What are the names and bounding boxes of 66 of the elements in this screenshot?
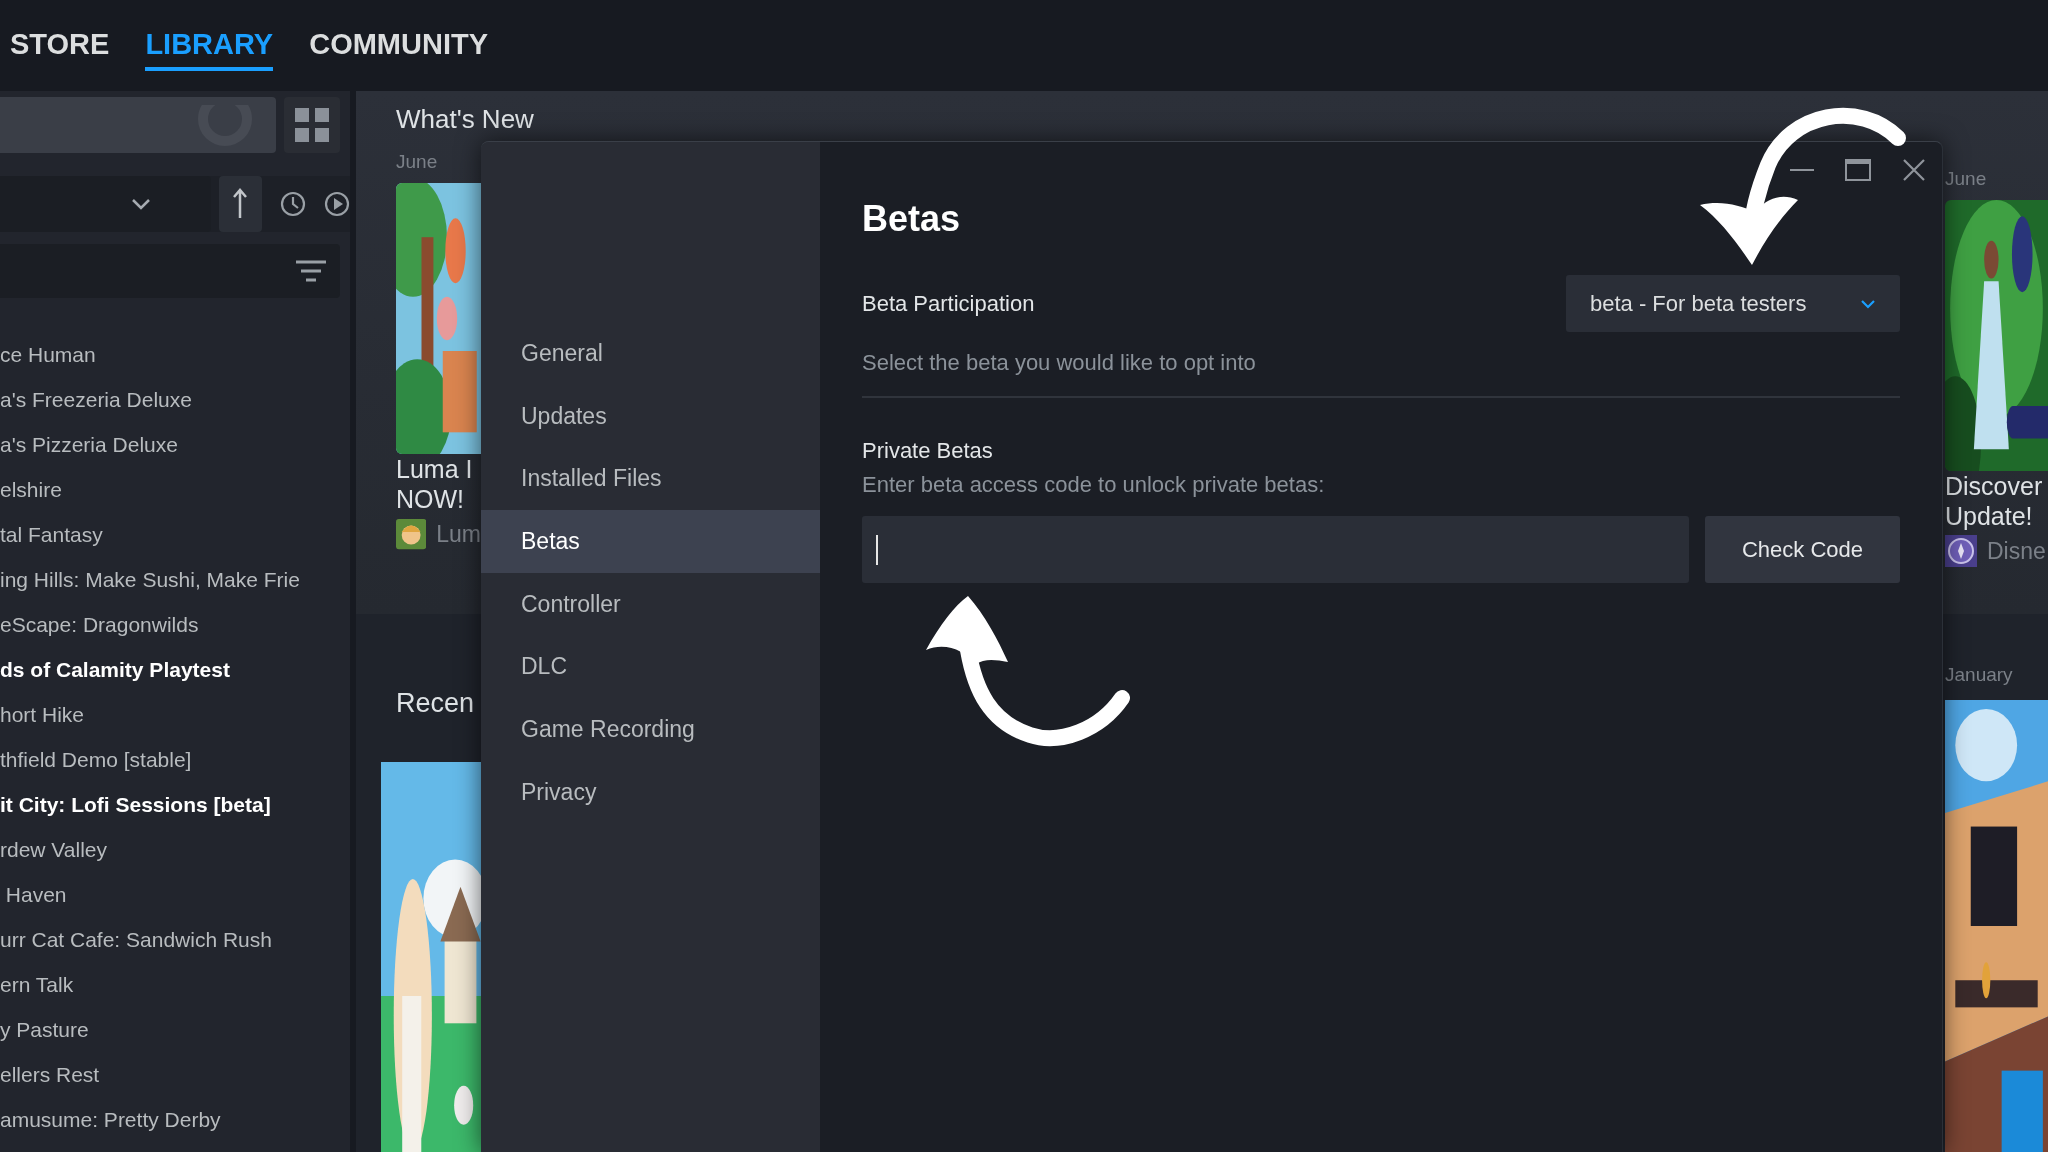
nav-tab[interactable]: LIBRARY xyxy=(145,20,274,71)
source-label: Lum xyxy=(436,520,481,548)
clock-icon xyxy=(280,191,306,217)
section-title: What's New xyxy=(396,104,534,135)
settings-nav-item[interactable]: Installed Files xyxy=(481,447,820,511)
settings-nav-item[interactable]: General xyxy=(481,322,820,385)
settings-nav-item[interactable]: Privacy xyxy=(481,760,820,824)
game-list-item[interactable]: it City: Lofi Sessions [beta] xyxy=(0,782,350,827)
filter-icon[interactable] xyxy=(296,260,326,282)
game-list-item[interactable]: eScape: Dragonwilds xyxy=(0,602,350,647)
news-title[interactable]: Luma I xyxy=(396,454,481,484)
setting-description: Enter beta access code to unlock private betas: xyxy=(862,472,1326,498)
game-list-item[interactable]: ern Talk xyxy=(0,962,350,1007)
settings-nav-item[interactable]: Game Recording xyxy=(481,698,820,761)
game-list-item[interactable]: ing Hills: Make Sushi, Make Frie xyxy=(0,557,350,602)
beta-dropdown[interactable]: beta - For beta testers xyxy=(1566,275,1900,332)
source-label: Disne xyxy=(1987,537,2046,565)
recent-button[interactable] xyxy=(280,191,306,217)
avatar-icon xyxy=(396,518,427,550)
game-list-item[interactable]: y Pasture xyxy=(0,1007,350,1052)
settings-nav-item[interactable]: Betas xyxy=(481,510,820,573)
game-list-item[interactable]: amusume: Pretty Derby xyxy=(0,1097,350,1142)
play-button[interactable] xyxy=(324,191,350,217)
input-field[interactable] xyxy=(862,516,1689,583)
play-icon xyxy=(324,191,350,217)
news-title[interactable]: NOW! xyxy=(396,484,481,514)
game-list-item[interactable]: a's Freezeria Deluxe xyxy=(0,377,350,422)
game-list-item[interactable]: ellers Rest xyxy=(0,1052,350,1097)
game-list-item[interactable]: thfield Demo [stable] xyxy=(0,737,350,782)
news-title[interactable]: Update! xyxy=(1945,501,2048,531)
close-icon xyxy=(1903,159,1925,181)
game-list-item[interactable]: elshire xyxy=(0,467,350,512)
section-title: Recen xyxy=(396,688,476,720)
chevron-down-icon xyxy=(130,198,151,210)
page-title: Betas xyxy=(862,198,962,241)
settings-nav-item[interactable]: Controller xyxy=(481,572,820,636)
news-title[interactable]: Discover xyxy=(1945,471,2048,501)
maximize-icon xyxy=(1845,159,1871,181)
arrow-up-icon xyxy=(232,188,249,220)
text-cursor xyxy=(876,534,878,565)
avatar-icon xyxy=(1945,535,1977,567)
game-list-item[interactable]: tal Fantasy xyxy=(0,512,350,557)
settings-nav-item[interactable]: Updates xyxy=(481,384,820,448)
nav-tab[interactable]: STORE xyxy=(10,20,110,71)
game-list-item[interactable]: urr Cat Cafe: Sandwich Rush xyxy=(0,917,350,962)
game-list-item[interactable]: Haven xyxy=(0,872,350,917)
game-list-item[interactable]: ce Human xyxy=(0,332,350,377)
game-list-item[interactable]: hort Hike xyxy=(0,692,350,737)
date-label: June xyxy=(396,151,439,173)
date-label: June xyxy=(1945,168,1988,190)
setting-label: Private Betas xyxy=(862,438,994,464)
chevron-down-icon xyxy=(1860,298,1876,309)
game-list-item[interactable]: rdew Valley xyxy=(0,827,350,872)
settings-nav-item[interactable]: DLC xyxy=(481,635,820,699)
search-field[interactable] xyxy=(0,244,340,298)
setting-description: Select the beta you would like to opt into xyxy=(862,350,1257,376)
sort-button[interactable] xyxy=(218,176,262,232)
nav-tab[interactable]: COMMUNITY xyxy=(309,20,489,71)
minimize-icon xyxy=(1790,168,1814,172)
grid-icon xyxy=(295,108,329,142)
date-label: January xyxy=(1945,664,2014,686)
grid-view-button[interactable] xyxy=(284,97,340,153)
check-code-button[interactable]: Check Code xyxy=(1705,516,1900,583)
game-list-item[interactable]: a's Pizzeria Deluxe xyxy=(0,422,350,467)
game-list-item[interactable]: ds of Calamity Playtest xyxy=(0,647,350,692)
setting-label: Beta Participation xyxy=(862,290,1035,317)
